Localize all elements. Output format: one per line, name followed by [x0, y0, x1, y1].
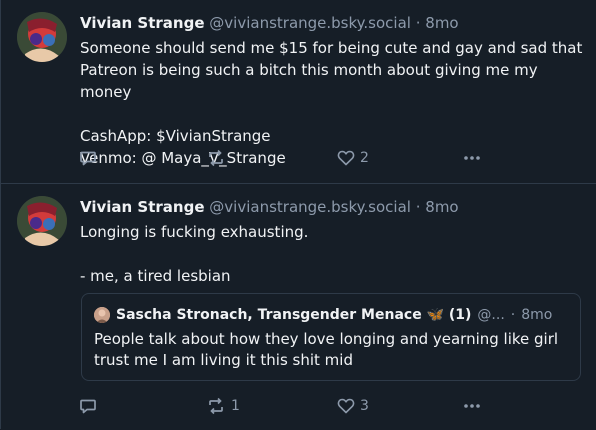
repost-button[interactable]	[206, 148, 231, 168]
post-text-line: Someone should send me $15 for being cut…	[80, 39, 583, 57]
speech-bubble-icon	[80, 399, 96, 414]
avatar[interactable]	[17, 12, 67, 62]
separator: ·	[415, 14, 421, 32]
repost-arrows-icon	[209, 397, 223, 415]
quoted-avatar	[94, 307, 110, 323]
separator: ·	[415, 198, 421, 216]
author-name[interactable]: Vivian Strange	[80, 198, 205, 216]
author-handle[interactable]: @vivianstrange.bsky.social	[209, 14, 411, 32]
ellipsis-icon	[464, 156, 480, 160]
quoted-text-line: People talk about how they love longing …	[94, 330, 559, 348]
post-feed: Vivian Strange @vivianstrange.bsky.socia…	[0, 0, 596, 429]
avatar[interactable]	[17, 196, 67, 246]
post-header: Vivian Strange @vivianstrange.bsky.socia…	[80, 14, 587, 32]
quoted-post[interactable]: Sascha Stronach, Transgender Menace 🦋 (1…	[81, 293, 581, 381]
repost-arrows-icon	[209, 149, 223, 167]
quoted-author-handle: @...	[477, 307, 505, 323]
like-button[interactable]: 2	[337, 148, 369, 168]
post-text-line: CashApp: $VivianStrange	[80, 127, 271, 145]
author-name[interactable]: Vivian Strange	[80, 14, 205, 32]
post-text-line: Longing is fucking exhausting.	[80, 223, 309, 241]
post-text: Longing is fucking exhausting. - me, a t…	[80, 221, 585, 287]
post[interactable]: Vivian Strange @vivianstrange.bsky.socia…	[1, 0, 596, 183]
quoted-author-name: Sascha Stronach, Transgender Menace 🦋 (1…	[116, 307, 472, 323]
reply-button[interactable]	[79, 148, 102, 168]
more-options-button[interactable]	[463, 148, 481, 168]
quoted-text-line: trust me I am living it this shit mid	[94, 351, 353, 369]
more-options-button[interactable]	[463, 396, 481, 416]
quoted-post-text: People talk about how they love longing …	[94, 329, 564, 371]
post-header: Vivian Strange @vivianstrange.bsky.socia…	[80, 198, 587, 216]
timestamp[interactable]: 8mo	[425, 198, 458, 216]
author-handle[interactable]: @vivianstrange.bsky.social	[209, 198, 411, 216]
ellipsis-icon	[464, 404, 480, 408]
separator: ·	[510, 307, 516, 323]
like-count: 2	[360, 150, 369, 166]
quoted-post-header: Sascha Stronach, Transgender Menace 🦋 (1…	[94, 306, 570, 324]
repost-count: 1	[231, 398, 240, 414]
heart-icon	[337, 150, 355, 166]
like-count: 3	[360, 398, 369, 414]
post[interactable]: Vivian Strange @vivianstrange.bsky.socia…	[1, 183, 596, 430]
avatar-image	[17, 196, 67, 246]
repost-button[interactable]: 1	[206, 396, 240, 416]
reply-button[interactable]	[79, 396, 102, 416]
post-actions: 1 3	[1, 396, 596, 416]
post-text-line: - me, a tired lesbian	[80, 267, 231, 285]
heart-icon	[337, 398, 355, 414]
timestamp[interactable]: 8mo	[425, 14, 458, 32]
avatar-image	[17, 12, 67, 62]
quoted-timestamp: 8mo	[521, 307, 553, 323]
like-button[interactable]: 3	[337, 396, 369, 416]
post-actions: 2	[1, 148, 596, 168]
post-text-line: Patreon is being such a bitch this month…	[80, 61, 538, 101]
quoted-avatar-image	[94, 307, 110, 323]
speech-bubble-icon	[80, 151, 96, 166]
